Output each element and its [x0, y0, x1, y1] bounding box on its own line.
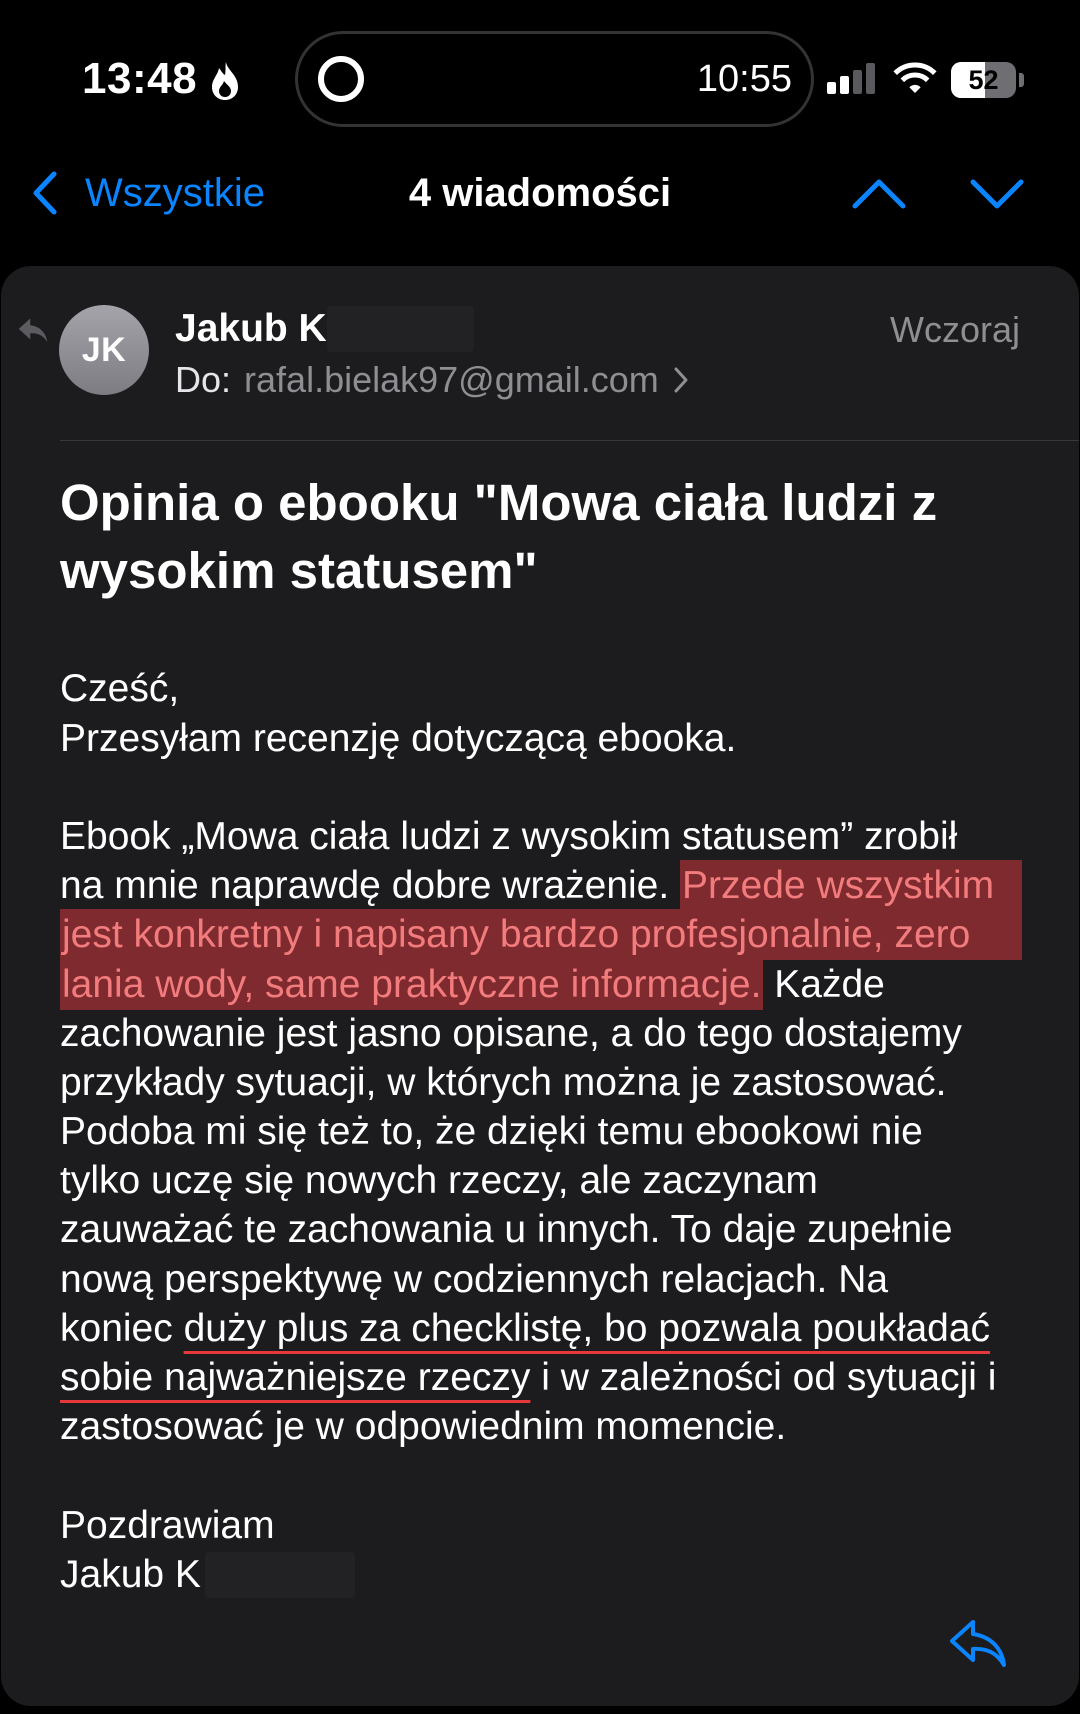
- body-text-segment: Przesyłam recenzję dotyczącą ebooka.: [60, 716, 737, 760]
- body-text-segment: koniec: [60, 1306, 184, 1350]
- flame-icon: [209, 61, 241, 101]
- signal-bar: [827, 82, 836, 94]
- underlined-text: duży plus za checklistę, bo pozwala pouk…: [183, 1306, 991, 1350]
- chevron-left-icon: [30, 170, 60, 216]
- body-line: koniec duży plus za checklistę, bo pozwa…: [60, 1304, 1060, 1353]
- battery-cap: [1019, 73, 1024, 87]
- chevron-down-icon: [969, 172, 1025, 214]
- chevron-up-icon: [851, 172, 907, 214]
- signature: Pozdrawiam Jakub K: [60, 1501, 355, 1599]
- signature-name: Jakub K: [60, 1552, 201, 1596]
- underlined-text: sobie najważniejsze rzeczy: [60, 1356, 531, 1400]
- chevron-right-icon: [672, 365, 690, 395]
- body-line: Ebook „Mowa ciała ludzi z wysokim status…: [60, 812, 1060, 861]
- signature-greeting-line: Pozdrawiam: [60, 1501, 355, 1550]
- header-divider: [60, 440, 1079, 441]
- body-text-segment: Każde: [763, 962, 885, 1006]
- avatar[interactable]: JK: [59, 305, 149, 395]
- signal-bar: [866, 63, 875, 94]
- body-line: zauważać te zachowania u innych. To daje…: [60, 1205, 1060, 1254]
- sender-row: Jakub K: [175, 306, 474, 352]
- body-line: Podoba mi się też to, że dzięki temu ebo…: [60, 1107, 1060, 1156]
- highlighted-text: jest konkretny i napisany bardzo profesj…: [60, 909, 1022, 961]
- body-text-segment: przykłady sytuacji, w których można je z…: [60, 1060, 947, 1104]
- body-line: jest konkretny i napisany bardzo profesj…: [60, 909, 1060, 961]
- reply-icon: [947, 1616, 1009, 1670]
- body-text-segment: nową perspektywę w codziennych relacjach…: [60, 1257, 889, 1301]
- island-time: 10:55: [696, 58, 792, 100]
- dynamic-island-ring-icon: [315, 53, 367, 105]
- signature-greeting: Pozdrawiam: [60, 1503, 275, 1547]
- message-subject: Opinia o ebooku "Mowa ciała ludzi z wyso…: [60, 474, 938, 599]
- next-message-button[interactable]: [969, 172, 1025, 214]
- back-button[interactable]: Wszystkie: [30, 169, 265, 217]
- body-line: przykłady sytuacji, w których można je z…: [60, 1058, 1060, 1107]
- dynamic-island[interactable]: 10:55: [295, 31, 814, 127]
- replied-indicator-icon: [16, 315, 50, 345]
- reply-button[interactable]: [947, 1616, 1009, 1670]
- nav-title: 4 wiadomości: [408, 171, 672, 215]
- battery-body: 52: [951, 62, 1016, 98]
- body-line: zastosować je w odpowiednim momencie.: [60, 1402, 1060, 1451]
- highlighted-text: lania wody, same praktyczne informacje.: [60, 958, 764, 1010]
- body-line: Przesyłam recenzję dotyczącą ebooka.: [60, 714, 1060, 763]
- body-line: nową perspektywę w codziennych relacjach…: [60, 1255, 1060, 1304]
- body-text-segment: tylko uczę się nowych rzeczy, ale zaczyn…: [60, 1159, 818, 1203]
- avatar-initials: JK: [81, 330, 127, 369]
- redacted-block: [326, 306, 474, 352]
- body-line: zachowanie jest jasno opisane, a do tego…: [60, 1009, 1060, 1058]
- status-time: 13:48: [82, 54, 198, 103]
- message-card: JK Jakub K Wczoraj Do: rafal.bielak97@gm…: [1, 266, 1079, 1706]
- back-button-label: Wszystkie: [85, 171, 265, 215]
- signal-bars-icon: [827, 60, 877, 94]
- status-bar: 13:48 10:55 52: [0, 0, 1080, 140]
- body-line: na mnie naprawdę dobre wrażenie. Przede …: [60, 860, 1060, 912]
- body-text-segment: zastosować je w odpowiednim momencie.: [60, 1405, 787, 1449]
- redacted-block: [204, 1551, 355, 1598]
- recipient-row[interactable]: Do: rafal.bielak97@gmail.com: [175, 358, 690, 402]
- to-address: rafal.bielak97@gmail.com: [244, 359, 659, 400]
- body-text-segment: i w zależności od sytuacji i: [530, 1356, 997, 1400]
- wifi-icon: [893, 61, 937, 95]
- previous-message-button[interactable]: [851, 172, 907, 214]
- body-text-segment: zachowanie jest jasno opisane, a do tego…: [60, 1011, 962, 1055]
- battery-level: 52: [968, 65, 999, 95]
- body-text-segment: Cześć,: [60, 667, 180, 711]
- to-label: Do:: [175, 359, 232, 400]
- signal-bar: [853, 70, 862, 94]
- body-line: Cześć,: [60, 664, 1060, 713]
- message-body: Cześć, Przesyłam recenzję dotyczącą ebook…: [60, 664, 1060, 1451]
- body-text-segment: zauważać te zachowania u innych. To daje…: [60, 1208, 953, 1252]
- battery-icon: 52: [951, 62, 1025, 98]
- highlighted-text: Przede wszystkim: [680, 860, 1022, 912]
- body-text-segment: Podoba mi się też to, że dzięki temu ebo…: [60, 1110, 923, 1154]
- body-line: lania wody, same praktyczne informacje. …: [60, 958, 1060, 1010]
- body-text-segment: Ebook „Mowa ciała ludzi z wysokim status…: [60, 814, 958, 858]
- signature-name-line: Jakub K: [60, 1550, 355, 1599]
- message-date: Wczoraj: [889, 309, 1020, 350]
- mail-message-screen: 13:48 10:55 52 Wszystkie 4 wiadomości JK…: [0, 0, 1080, 1714]
- body-line: tylko uczę się nowych rzeczy, ale zaczyn…: [60, 1156, 1060, 1205]
- body-blank-line: [60, 763, 1060, 812]
- sender-name[interactable]: Jakub K: [175, 306, 327, 352]
- body-line: sobie najważniejsze rzeczy i w zależnośc…: [60, 1353, 1060, 1402]
- signal-bar: [840, 76, 849, 94]
- body-text-segment: na mnie naprawdę dobre wrażenie.: [60, 864, 681, 908]
